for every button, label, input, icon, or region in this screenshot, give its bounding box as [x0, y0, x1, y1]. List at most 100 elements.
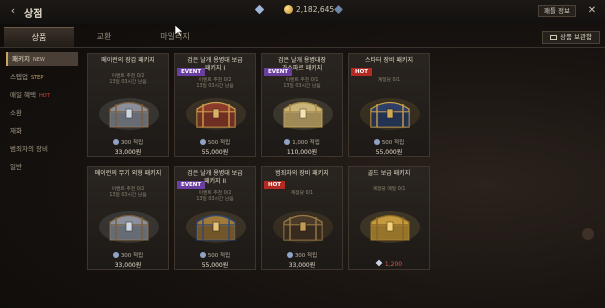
sidebar-item-1[interactable]: 스텝업 STEP [6, 70, 78, 84]
decorative-crow-icon [582, 228, 594, 240]
mileage-reward: 500 적립 [175, 138, 255, 146]
mileage-icon [286, 252, 293, 258]
sidebar-item-5[interactable]: 범죄자의 장비 [6, 142, 78, 156]
sidebar-item-2[interactable]: 매일 혜택 HOT [6, 88, 78, 102]
product-price: 33,000원 [114, 149, 142, 156]
purchase-limit: 이벤트 추천 0/2 13일 03시간 남음 [196, 191, 234, 202]
sidebar-item-4[interactable]: 재화 [6, 124, 78, 138]
product-title: 메이런의 장갑 패키지 [101, 57, 155, 64]
chest-image [262, 92, 342, 132]
mileage-icon [199, 252, 206, 258]
tab-bar: 상품 교환 마일리지 상품 보관함 [0, 27, 605, 47]
product-card[interactable]: 검은 날개 용병대장 가스파르 패키지 EVENT 이벤트 추천 0/1 13일 0… [261, 53, 343, 157]
currency-gold-value: 2,182,645 [296, 5, 335, 14]
mileage-value: 500 적립 [207, 253, 231, 259]
gold-coin-icon [284, 5, 293, 14]
product-title: 스타터 장비 패키지 [365, 57, 413, 64]
purchase-limit: 이벤트 추천 0/1 13일 03시간 남음 [283, 78, 321, 89]
product-badge: HOT [264, 181, 286, 189]
chest-icon [360, 98, 420, 130]
chest-icon [273, 211, 333, 243]
chest-image [349, 205, 429, 245]
chest-icon [273, 98, 333, 130]
mileage-value: 1,000 적립 [292, 140, 320, 146]
purchase-limit: 계정당 0/1 [377, 78, 401, 83]
purchase-limit: 이벤트 추천 0/2 13일 03시간 남음 [196, 78, 234, 89]
mileage-reward: 300 적립 [262, 251, 342, 259]
mileage-value: 500 적립 [207, 140, 231, 146]
diamond-icon [254, 4, 265, 15]
sidebar-item-label: 소환 [10, 109, 22, 117]
currency-gem [334, 5, 346, 14]
sidebar-item-label: 패키지 [12, 55, 30, 63]
tab-divider [0, 47, 605, 48]
sidebar-badge: STEP [30, 75, 44, 81]
mileage-icon [284, 139, 291, 145]
sidebar-item-label: 재화 [10, 127, 22, 135]
storage-button-label: 상품 보관함 [560, 33, 592, 41]
product-card[interactable]: 검은 날개 용병대 보급 패키지 II EVENT 이벤트 추천 0/2 13일 0… [174, 166, 256, 270]
product-card[interactable]: 골드 보급 패키지 계정당 매일 0/1 1,200 [348, 166, 430, 270]
sidebar-item-label: 매일 혜택 [10, 91, 36, 99]
product-badge: EVENT [177, 181, 206, 189]
chest-image [88, 205, 168, 245]
purchase-limit: 이벤트 추천 0/2 13일 03시간 남음 [109, 74, 147, 85]
back-arrow-icon[interactable]: ‹ [6, 4, 20, 18]
chest-image [88, 92, 168, 132]
tab-mileage[interactable]: 마일리지 [140, 27, 210, 47]
storage-button[interactable]: 상품 보관함 [542, 31, 600, 44]
chest-icon [99, 98, 159, 130]
info-button[interactable]: 패틀 정보 [538, 5, 576, 17]
product-price: 33,000원 [114, 262, 142, 269]
mileage-icon [373, 139, 380, 145]
price-value: 1,200 [384, 261, 403, 268]
sidebar: 패키지 NEW 스텝업 STEP 매일 혜택 HOT 소환재화범죄자의 장비일반 [6, 52, 78, 178]
tab-exchange[interactable]: 교환 [74, 27, 134, 47]
product-badge: HOT [351, 68, 373, 76]
sidebar-item-label: 일반 [10, 163, 22, 171]
product-card[interactable]: 메이런의 장갑 패키지이벤트 추천 0/2 13일 03시간 남음 300 적립… [87, 53, 169, 157]
sidebar-item-0[interactable]: 패키지 NEW [6, 52, 78, 66]
sidebar-item-label: 범죄자의 장비 [10, 145, 48, 153]
sidebar-item-3[interactable]: 소환 [6, 106, 78, 120]
top-bar: ‹ 상점 2,182,645 패틀 정보 ✕ [0, 0, 605, 24]
chest-image [175, 92, 255, 132]
product-card[interactable]: 메이런의 무기 외형 패키지이벤트 추천 0/2 13일 03시간 남음 300… [87, 166, 169, 270]
mileage-value: 300 적립 [120, 140, 144, 146]
product-badge: EVENT [264, 68, 293, 76]
currency-gold: 2,182,645 [284, 5, 334, 14]
mileage-icon [112, 139, 119, 145]
product-badge: EVENT [177, 68, 206, 76]
purchase-limit: 이벤트 추천 0/2 13일 03시간 남음 [109, 187, 147, 198]
currency-diamond [254, 4, 267, 15]
product-card[interactable]: 검은 날개 용병대 보급 패키지 I EVENT 이벤트 추천 0/2 13일 03… [174, 53, 256, 157]
mileage-value: 300 적립 [120, 253, 144, 259]
product-card[interactable]: 범죄자의 장비 패키지 HOT 계정당 0/1 300 적립 33,000원 [261, 166, 343, 270]
mileage-reward: 300 적립 [88, 251, 168, 259]
chest-icon [99, 211, 159, 243]
product-price: 55,000원 [201, 262, 229, 269]
diamond-icon [375, 259, 383, 267]
mileage-reward: 1,000 적립 [262, 138, 342, 146]
tab-products[interactable]: 상품 [4, 27, 74, 47]
product-title: 범죄자의 장비 패키지 [275, 170, 329, 177]
purchase-limit: 계정당 매일 0/1 [372, 187, 406, 192]
close-icon[interactable]: ✕ [586, 5, 598, 17]
product-price: 1,200 [349, 259, 429, 268]
mileage-icon [199, 139, 206, 145]
sidebar-badge: NEW [32, 57, 45, 63]
page-title: 상점 [24, 9, 43, 20]
product-title: 메이런의 무기 외형 패키지 [94, 170, 162, 177]
sidebar-item-label: 스텝업 [10, 73, 28, 81]
mileage-reward: 300 적립 [88, 138, 168, 146]
mileage-icon [112, 252, 119, 258]
product-price: 33,000원 [288, 262, 316, 269]
mileage-value: 500 적립 [381, 140, 405, 146]
mileage-reward: 500 적립 [349, 138, 429, 146]
sidebar-item-6[interactable]: 일반 [6, 160, 78, 174]
sidebar-badge: HOT [39, 93, 50, 99]
product-price: 55,000원 [201, 149, 229, 156]
product-card[interactable]: 스타터 장비 패키지 HOT 계정당 0/1 500 적립 55,000원 [348, 53, 430, 157]
chest-icon [186, 211, 246, 243]
product-price: 55,000원 [375, 149, 403, 156]
